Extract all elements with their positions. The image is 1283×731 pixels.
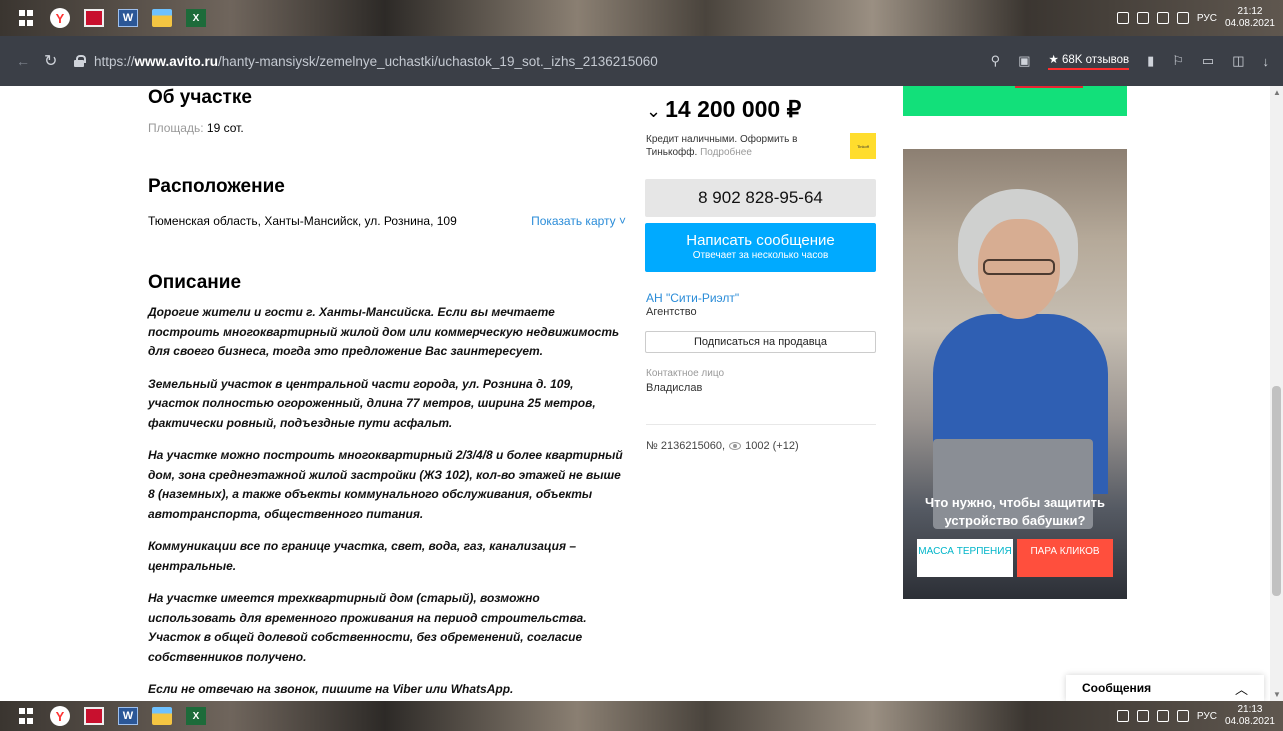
location-title: Расположение — [148, 176, 285, 197]
excel-icon[interactable]: X — [186, 9, 206, 27]
clock-time: 21:13 — [1237, 704, 1263, 715]
scrollbar-thumb[interactable] — [1272, 386, 1281, 596]
reload-icon[interactable]: ↻ — [44, 51, 66, 71]
usb-icon[interactable] — [1116, 710, 1129, 722]
clock-date: 04.08.2021 — [1224, 18, 1275, 29]
taskbar-top: Y W X РУС 21:12 04.08.2021 — [0, 0, 1283, 36]
file-explorer-icon[interactable] — [152, 707, 172, 725]
lock-icon[interactable] — [74, 55, 86, 67]
phone-button[interactable]: 8 902 828-95-64 — [645, 179, 876, 217]
messages-widget[interactable]: Сообщения ︿ — [1066, 675, 1264, 701]
bookmark-icon[interactable]: ▮ — [1147, 53, 1154, 69]
chevron-up-icon[interactable]: ︿ — [1235, 679, 1248, 698]
excel-icon[interactable]: X — [186, 707, 206, 725]
network-icon[interactable] — [1136, 12, 1149, 24]
description-paragraph: На участке имеется трехквартирный дом (с… — [148, 591, 587, 664]
address-text: Тюменская область, Ханты-Мансийск, ул. Р… — [148, 214, 457, 228]
chevron-down-icon[interactable]: ⌄ — [646, 101, 661, 121]
contact-person-name: Владислав — [646, 382, 703, 394]
language-indicator[interactable]: РУС — [1197, 13, 1217, 24]
volume-icon[interactable] — [1176, 710, 1189, 722]
clock-time: 21:12 — [1237, 6, 1263, 17]
scrollbar[interactable]: ▲ ▼ — [1270, 86, 1283, 701]
url-path: /hanty-mansiysk/zemelnye_uchastki/uchast… — [218, 53, 658, 69]
description-title: Описание — [148, 272, 242, 293]
url-prefix: https:// — [94, 53, 135, 69]
download-icon[interactable]: ↓ — [1263, 54, 1270, 69]
clock[interactable]: 21:13 04.08.2021 — [1225, 704, 1275, 728]
tinkoff-logo-icon: Tinkoff — [850, 133, 876, 159]
show-map-link[interactable]: Показать карту ˅ — [531, 214, 626, 228]
taskbar-bottom: Y W X РУС 21:13 04.08.2021 — [0, 701, 1283, 731]
ad-photo — [933, 189, 1108, 529]
page-content: Об участке Площадь: 19 сот. Расположение… — [0, 86, 1283, 701]
browser-address-bar: ← ↻ https://www.avito.ru/hanty-mansiysk/… — [0, 36, 1283, 86]
description-paragraph: Коммуникации все по границе участка, све… — [148, 539, 577, 573]
battery-icon[interactable] — [1156, 710, 1169, 722]
message-button-label: Написать сообщение — [686, 232, 835, 249]
description-paragraph: Если не отвечаю на звонок, пишите на Vib… — [148, 682, 514, 696]
ad-button-patience[interactable]: МАССА ТЕРПЕНИЯ — [917, 539, 1013, 577]
ad-title: Что нужно, чтобы защитить устройство баб… — [925, 495, 1105, 528]
message-button-subtitle: Отвечает за несколько часов — [692, 250, 829, 261]
seller-type: Агентство — [646, 306, 697, 318]
ad-button-clicks[interactable]: ПАРА КЛИКОВ — [1017, 539, 1113, 577]
about-section: Об участке Площадь: 19 сот. — [148, 87, 252, 135]
description-paragraph: Дорогие жители и гости г. Ханты-Мансийск… — [148, 305, 620, 358]
usb-icon[interactable] — [1116, 12, 1129, 24]
url-field[interactable]: https://www.avito.ru/hanty-mansiysk/zeme… — [94, 54, 658, 69]
area-value: 19 сот. — [206, 121, 244, 135]
price-value: 14 200 000 ₽ — [665, 96, 802, 122]
word-icon[interactable]: W — [118, 9, 138, 27]
description-section: Описание Дорогие жители и гости г. Ханты… — [148, 272, 626, 700]
battery-icon[interactable] — [1156, 12, 1169, 24]
yandex-browser-icon[interactable]: Y — [50, 8, 70, 28]
messages-label: Сообщения — [1082, 681, 1152, 695]
network-icon[interactable] — [1136, 710, 1149, 722]
ad-meta: № 2136215060, 1002 (+12) — [646, 440, 799, 452]
description-paragraph: Земельный участок в центральной части го… — [148, 376, 596, 430]
red-app-icon[interactable] — [84, 9, 104, 27]
contact-person-label: Контактное лицо — [646, 368, 725, 379]
key-icon[interactable]: ▣ — [1018, 53, 1030, 69]
clock-date: 04.08.2021 — [1224, 716, 1275, 727]
windows-start-icon[interactable] — [16, 9, 36, 27]
view-count: 1002 (+12) — [745, 440, 799, 452]
price[interactable]: ⌄ 14 200 000 ₽ — [646, 96, 801, 123]
credit-offer[interactable]: Кредит наличными. Оформить в Тинькофф. П… — [646, 133, 836, 159]
word-icon[interactable]: W — [118, 707, 138, 725]
description-paragraph: На участке можно построить многоквартирн… — [148, 448, 623, 521]
clock[interactable]: 21:12 04.08.2021 — [1225, 6, 1275, 30]
ad-number: № 2136215060, — [646, 440, 726, 452]
write-message-button[interactable]: Написать сообщение Отвечает за несколько… — [645, 223, 876, 272]
scroll-up-icon[interactable]: ▲ — [1273, 88, 1281, 97]
search-icon[interactable]: ⚲ — [991, 53, 1001, 69]
area-line: Площадь: 19 сот. — [148, 121, 252, 135]
eye-icon — [729, 442, 742, 450]
volume-icon[interactable] — [1176, 12, 1189, 24]
url-domain: www.avito.ru — [134, 53, 219, 69]
ad-banner[interactable]: Что нужно, чтобы защитить устройство баб… — [903, 149, 1127, 599]
seller-name-link[interactable]: АН "Сити-Риэлт" — [646, 291, 739, 305]
reader-icon[interactable]: ▭ — [1202, 53, 1214, 69]
scroll-down-icon[interactable]: ▼ — [1273, 690, 1281, 699]
red-app-icon[interactable] — [84, 707, 104, 725]
back-arrow-icon[interactable]: ← — [16, 53, 38, 69]
divider — [646, 424, 876, 425]
file-explorer-icon[interactable] — [152, 9, 172, 27]
location-section: Расположение Тюменская область, Ханты-Ма… — [148, 176, 626, 228]
credit-more-link[interactable]: Подробнее — [700, 147, 752, 158]
subscribe-seller-button[interactable]: Подписаться на продавца — [645, 331, 876, 353]
yandex-browser-icon[interactable]: Y — [50, 706, 70, 726]
translate-icon[interactable]: ⚐ — [1172, 53, 1184, 69]
language-indicator[interactable]: РУС — [1197, 711, 1217, 722]
reviews-badge[interactable]: ★ 68K отзывов — [1048, 52, 1130, 70]
about-title: Об участке — [148, 87, 252, 108]
windows-start-icon[interactable] — [16, 707, 36, 725]
area-label: Площадь: — [148, 121, 204, 135]
extensions-icon[interactable]: ◫ — [1232, 53, 1244, 69]
top-ad-banner[interactable] — [903, 86, 1127, 116]
